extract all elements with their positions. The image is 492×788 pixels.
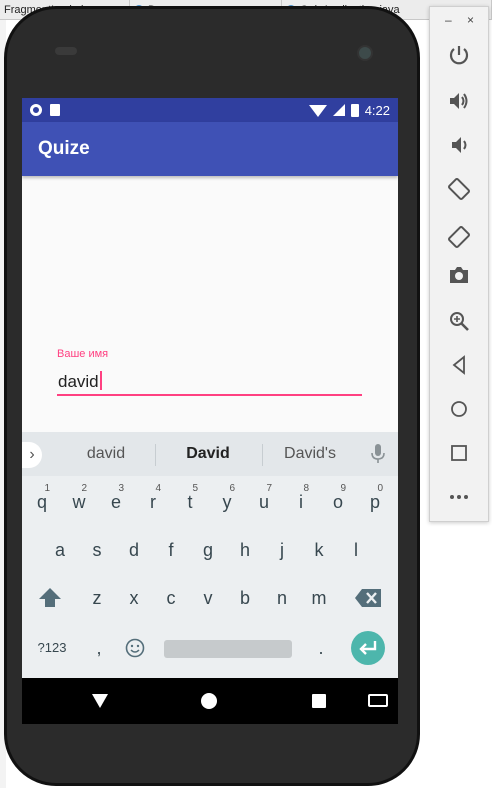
nav-home-icon[interactable]	[201, 693, 217, 709]
key-j[interactable]: j	[266, 528, 298, 572]
key-u[interactable]: u7	[248, 480, 280, 524]
comma-key[interactable]: ,	[83, 626, 115, 670]
overview-icon[interactable]	[447, 441, 471, 465]
volume-up-icon[interactable]	[447, 89, 471, 113]
key-k[interactable]: k	[303, 528, 335, 572]
emoji-key[interactable]	[119, 626, 151, 670]
volume-down-icon[interactable]	[447, 133, 471, 157]
shift-key[interactable]	[34, 576, 66, 620]
key-v[interactable]: v	[192, 576, 224, 620]
key-d[interactable]: d	[118, 528, 150, 572]
app-toolbar: Quize	[22, 122, 398, 176]
rotate-right-icon[interactable]	[447, 225, 471, 249]
suggestion-strip: › david David David's	[22, 432, 398, 476]
key-q[interactable]: q1	[26, 480, 58, 524]
device-screen: 4:22 Quize Ваше имя david › david David …	[22, 98, 398, 724]
device-speaker	[55, 47, 77, 55]
period-key[interactable]: .	[305, 626, 337, 670]
status-bar: 4:22	[22, 98, 398, 122]
suggestion-item[interactable]: David's	[260, 445, 360, 463]
back-icon[interactable]	[447, 353, 471, 377]
status-time: 4:22	[364, 102, 390, 118]
key-x[interactable]: x	[118, 576, 150, 620]
power-icon[interactable]	[447, 43, 471, 67]
close-button[interactable]: ×	[467, 13, 474, 27]
nav-back-icon[interactable]	[92, 694, 108, 708]
backspace-icon	[355, 589, 381, 607]
more-icon[interactable]	[447, 485, 471, 509]
backspace-key[interactable]	[352, 576, 384, 620]
home-icon[interactable]	[447, 397, 471, 421]
enter-icon	[359, 641, 377, 655]
emulator-toolbar: – ×	[429, 6, 489, 522]
keyboard-switch-icon[interactable]	[368, 694, 388, 707]
key-a[interactable]: a	[44, 528, 76, 572]
shift-icon	[39, 588, 61, 607]
wifi-icon	[308, 105, 327, 117]
signal-icon	[332, 104, 345, 116]
symbols-key[interactable]: ?123	[32, 626, 72, 670]
sync-icon	[30, 104, 42, 116]
enter-key[interactable]	[351, 631, 385, 665]
camera-icon[interactable]	[447, 263, 471, 287]
navigation-bar	[22, 678, 398, 724]
key-h[interactable]: h	[229, 528, 261, 572]
key-b[interactable]: b	[229, 576, 261, 620]
device-camera	[357, 45, 373, 61]
mic-icon[interactable]	[371, 444, 385, 464]
text-cursor	[99, 371, 102, 390]
key-s[interactable]: s	[81, 528, 113, 572]
minimize-button[interactable]: –	[445, 13, 452, 27]
suggestion-divider	[155, 444, 156, 466]
key-z[interactable]: z	[81, 576, 113, 620]
key-r[interactable]: r4	[137, 480, 169, 524]
key-n[interactable]: n	[266, 576, 298, 620]
name-input-value: david	[58, 371, 102, 392]
soft-keyboard: › david David David's q1 w2 e3 r4 t5 y6 …	[22, 432, 398, 678]
space-key[interactable]	[164, 640, 292, 658]
battery-icon	[350, 103, 359, 117]
key-o[interactable]: o9	[322, 480, 354, 524]
rotate-left-icon[interactable]	[447, 177, 471, 201]
chevron-right-icon[interactable]: ›	[22, 442, 42, 468]
app-title: Quize	[38, 138, 90, 159]
key-l[interactable]: l	[340, 528, 372, 572]
key-m[interactable]: m	[303, 576, 335, 620]
key-g[interactable]: g	[192, 528, 224, 572]
sd-card-icon	[50, 104, 60, 116]
name-input[interactable]	[57, 368, 362, 396]
name-field-label: Ваше имя	[57, 348, 109, 360]
zoom-icon[interactable]	[447, 309, 471, 333]
key-c[interactable]: c	[155, 576, 187, 620]
key-y[interactable]: y6	[211, 480, 243, 524]
emoji-icon	[125, 638, 145, 658]
key-p[interactable]: p0	[359, 480, 391, 524]
suggestion-item[interactable]: david	[56, 445, 156, 463]
key-e[interactable]: e3	[100, 480, 132, 524]
suggestion-item[interactable]: David	[158, 445, 258, 463]
key-w[interactable]: w2	[63, 480, 95, 524]
key-f[interactable]: f	[155, 528, 187, 572]
key-i[interactable]: i8	[285, 480, 317, 524]
key-t[interactable]: t5	[174, 480, 206, 524]
nav-overview-icon[interactable]	[312, 694, 326, 708]
